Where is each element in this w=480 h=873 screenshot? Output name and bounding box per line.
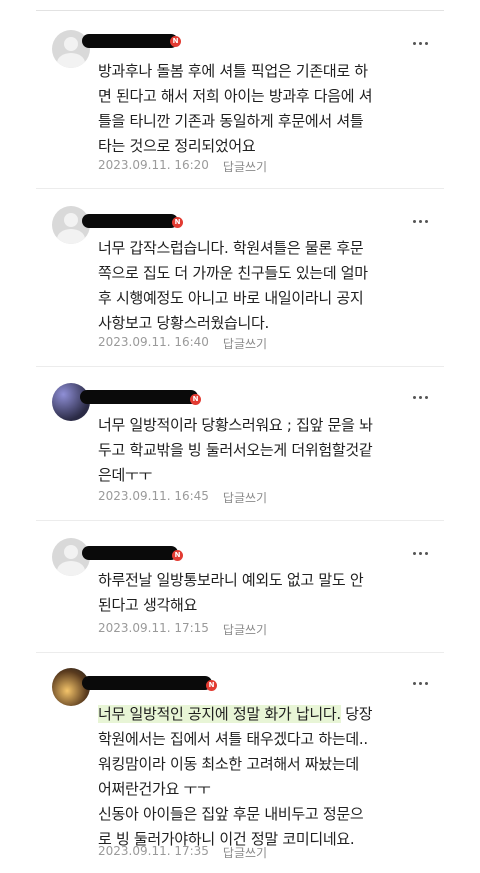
redacted-username xyxy=(82,546,178,560)
redacted-username xyxy=(82,34,178,48)
new-badge-icon: N xyxy=(190,394,201,405)
comment-divider xyxy=(36,366,444,367)
more-options-icon[interactable] xyxy=(410,36,430,50)
new-badge-icon: N xyxy=(170,36,181,47)
reply-button[interactable]: 답글쓰기 xyxy=(223,489,267,506)
comment-timestamp: 2023.09.11. 16:45 xyxy=(98,489,209,503)
comment-meta: 2023.09.11. 17:15 답글쓰기 xyxy=(98,621,267,638)
more-options-icon[interactable] xyxy=(410,214,430,228)
more-options-icon[interactable] xyxy=(410,390,430,404)
more-options-icon[interactable] xyxy=(410,546,430,560)
comment-timestamp: 2023.09.11. 17:35 xyxy=(98,844,209,858)
top-divider xyxy=(36,10,444,11)
highlighted-text: 너무 일방적인 공지에 정말 화가 납니다. xyxy=(98,705,341,723)
comment-text: 방과후나 돌봄 후에 셔틀 픽업은 기존대로 하 면 된다고 해서 저희 아이는… xyxy=(98,62,373,155)
more-options-icon[interactable] xyxy=(410,676,430,690)
comment-timestamp: 2023.09.11. 16:20 xyxy=(98,158,209,172)
comment-meta: 2023.09.11. 16:45 답글쓰기 xyxy=(98,489,267,506)
comment-meta: 2023.09.11. 16:20 답글쓰기 xyxy=(98,158,267,175)
redacted-username xyxy=(80,390,198,404)
new-badge-icon: N xyxy=(206,680,217,691)
reply-button[interactable]: 답글쓰기 xyxy=(223,621,267,638)
comment-text: 하루전날 일방통보라니 예외도 없고 말도 안 된다고 생각해요 xyxy=(98,571,364,614)
comment-timestamp: 2023.09.11. 16:40 xyxy=(98,335,209,349)
comment-divider xyxy=(36,188,444,189)
new-badge-icon: N xyxy=(172,550,183,561)
reply-button[interactable]: 답글쓰기 xyxy=(223,335,267,352)
comment-divider xyxy=(36,520,444,521)
new-badge-icon: N xyxy=(172,217,183,228)
reply-button[interactable]: 답글쓰기 xyxy=(223,844,267,861)
comment-meta: 2023.09.11. 17:35 답글쓰기 xyxy=(98,844,267,861)
comment-text-rest: 당장 학원에서는 집에서 셔틀 태우겠다고 하는데.. 워킹맘이라 이동 최소한… xyxy=(98,705,373,848)
reply-button[interactable]: 답글쓰기 xyxy=(223,158,267,175)
redacted-username xyxy=(82,214,178,228)
comment-timestamp: 2023.09.11. 17:15 xyxy=(98,621,209,635)
comment-text: 너무 일방적인 공지에 정말 화가 납니다. 당장 학원에서는 집에서 셔틀 태… xyxy=(98,702,433,852)
comment-meta: 2023.09.11. 16:40 답글쓰기 xyxy=(98,335,267,352)
comment-text: 너무 일방적이라 당황스러워요 ; 집앞 문을 놔 두고 학교밖을 빙 둘러서오… xyxy=(98,416,373,484)
comment-text: 너무 갑작스럽습니다. 학원셔틀은 물론 후문 쪽으로 집도 더 가까운 친구들… xyxy=(98,239,368,332)
comment-divider xyxy=(36,652,444,653)
redacted-username xyxy=(82,676,212,690)
